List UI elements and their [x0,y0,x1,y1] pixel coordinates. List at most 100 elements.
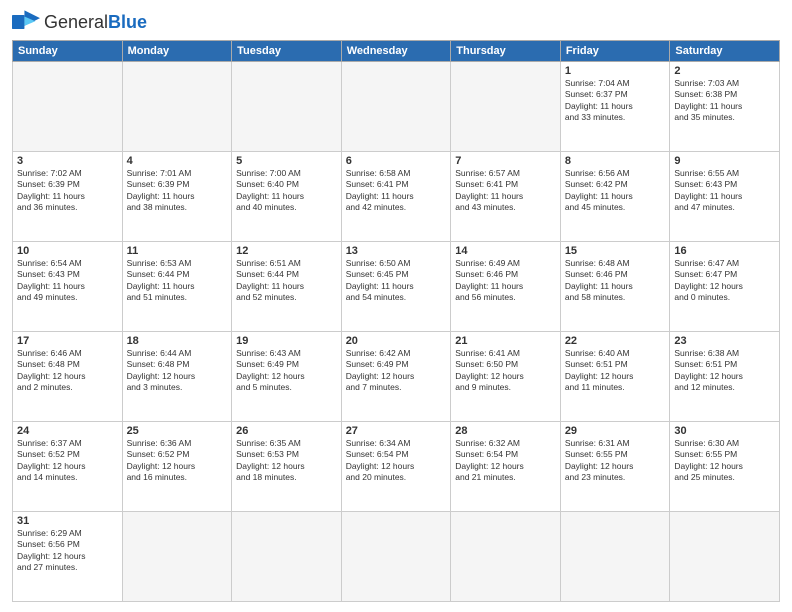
calendar-cell: 24Sunrise: 6:37 AM Sunset: 6:52 PM Dayli… [13,422,123,512]
day-number: 2 [674,65,775,77]
calendar-cell: 16Sunrise: 6:47 AM Sunset: 6:47 PM Dayli… [670,242,780,332]
calendar-cell: 17Sunrise: 6:46 AM Sunset: 6:48 PM Dayli… [13,332,123,422]
day-info: Sunrise: 6:41 AM Sunset: 6:50 PM Dayligh… [455,348,556,394]
day-number: 22 [565,335,666,347]
calendar-cell: 31Sunrise: 6:29 AM Sunset: 6:56 PM Dayli… [13,512,123,602]
calendar-cell: 18Sunrise: 6:44 AM Sunset: 6:48 PM Dayli… [122,332,232,422]
day-number: 21 [455,335,556,347]
weekday-header-saturday: Saturday [670,41,780,62]
calendar-cell: 29Sunrise: 6:31 AM Sunset: 6:55 PM Dayli… [560,422,670,512]
week-row-1: 3Sunrise: 7:02 AM Sunset: 6:39 PM Daylig… [13,152,780,242]
day-info: Sunrise: 6:54 AM Sunset: 6:43 PM Dayligh… [17,258,118,304]
day-number: 10 [17,245,118,257]
weekday-header-monday: Monday [122,41,232,62]
day-number: 9 [674,155,775,167]
day-info: Sunrise: 6:34 AM Sunset: 6:54 PM Dayligh… [346,438,447,484]
week-row-2: 10Sunrise: 6:54 AM Sunset: 6:43 PM Dayli… [13,242,780,332]
logo-text: GeneralBlue [44,12,147,33]
day-info: Sunrise: 6:32 AM Sunset: 6:54 PM Dayligh… [455,438,556,484]
day-info: Sunrise: 6:35 AM Sunset: 6:53 PM Dayligh… [236,438,337,484]
calendar-cell [122,62,232,152]
day-info: Sunrise: 7:03 AM Sunset: 6:38 PM Dayligh… [674,78,775,124]
header: GeneralBlue [12,10,780,34]
week-row-3: 17Sunrise: 6:46 AM Sunset: 6:48 PM Dayli… [13,332,780,422]
day-info: Sunrise: 6:47 AM Sunset: 6:47 PM Dayligh… [674,258,775,304]
calendar-cell [670,512,780,602]
day-number: 24 [17,425,118,437]
calendar-cell: 22Sunrise: 6:40 AM Sunset: 6:51 PM Dayli… [560,332,670,422]
day-number: 8 [565,155,666,167]
day-info: Sunrise: 6:40 AM Sunset: 6:51 PM Dayligh… [565,348,666,394]
day-number: 18 [127,335,228,347]
calendar-cell: 3Sunrise: 7:02 AM Sunset: 6:39 PM Daylig… [13,152,123,242]
day-info: Sunrise: 6:43 AM Sunset: 6:49 PM Dayligh… [236,348,337,394]
calendar-cell: 6Sunrise: 6:58 AM Sunset: 6:41 PM Daylig… [341,152,451,242]
week-row-0: 1Sunrise: 7:04 AM Sunset: 6:37 PM Daylig… [13,62,780,152]
calendar-cell: 4Sunrise: 7:01 AM Sunset: 6:39 PM Daylig… [122,152,232,242]
calendar-cell: 12Sunrise: 6:51 AM Sunset: 6:44 PM Dayli… [232,242,342,332]
weekday-header-wednesday: Wednesday [341,41,451,62]
calendar-table: SundayMondayTuesdayWednesdayThursdayFrid… [12,40,780,602]
weekday-header-sunday: Sunday [13,41,123,62]
weekday-header-friday: Friday [560,41,670,62]
day-info: Sunrise: 6:38 AM Sunset: 6:51 PM Dayligh… [674,348,775,394]
day-number: 16 [674,245,775,257]
day-number: 1 [565,65,666,77]
calendar-cell: 14Sunrise: 6:49 AM Sunset: 6:46 PM Dayli… [451,242,561,332]
calendar-cell [232,512,342,602]
day-number: 11 [127,245,228,257]
day-number: 19 [236,335,337,347]
calendar-cell: 1Sunrise: 7:04 AM Sunset: 6:37 PM Daylig… [560,62,670,152]
day-info: Sunrise: 7:02 AM Sunset: 6:39 PM Dayligh… [17,168,118,214]
day-info: Sunrise: 6:55 AM Sunset: 6:43 PM Dayligh… [674,168,775,214]
week-row-5: 31Sunrise: 6:29 AM Sunset: 6:56 PM Dayli… [13,512,780,602]
calendar-cell [232,62,342,152]
day-number: 29 [565,425,666,437]
calendar-cell: 21Sunrise: 6:41 AM Sunset: 6:50 PM Dayli… [451,332,561,422]
calendar-cell: 11Sunrise: 6:53 AM Sunset: 6:44 PM Dayli… [122,242,232,332]
calendar-cell: 13Sunrise: 6:50 AM Sunset: 6:45 PM Dayli… [341,242,451,332]
day-info: Sunrise: 6:37 AM Sunset: 6:52 PM Dayligh… [17,438,118,484]
day-number: 6 [346,155,447,167]
day-info: Sunrise: 6:36 AM Sunset: 6:52 PM Dayligh… [127,438,228,484]
day-info: Sunrise: 6:30 AM Sunset: 6:55 PM Dayligh… [674,438,775,484]
general-blue-icon [12,10,40,34]
day-number: 13 [346,245,447,257]
day-number: 26 [236,425,337,437]
day-number: 3 [17,155,118,167]
day-info: Sunrise: 7:01 AM Sunset: 6:39 PM Dayligh… [127,168,228,214]
calendar-cell [341,512,451,602]
calendar-cell: 20Sunrise: 6:42 AM Sunset: 6:49 PM Dayli… [341,332,451,422]
calendar-cell: 23Sunrise: 6:38 AM Sunset: 6:51 PM Dayli… [670,332,780,422]
calendar-cell: 27Sunrise: 6:34 AM Sunset: 6:54 PM Dayli… [341,422,451,512]
calendar-cell [451,512,561,602]
day-info: Sunrise: 6:49 AM Sunset: 6:46 PM Dayligh… [455,258,556,304]
calendar-cell [341,62,451,152]
calendar-cell: 7Sunrise: 6:57 AM Sunset: 6:41 PM Daylig… [451,152,561,242]
calendar-cell: 25Sunrise: 6:36 AM Sunset: 6:52 PM Dayli… [122,422,232,512]
day-info: Sunrise: 7:04 AM Sunset: 6:37 PM Dayligh… [565,78,666,124]
day-number: 23 [674,335,775,347]
day-info: Sunrise: 6:50 AM Sunset: 6:45 PM Dayligh… [346,258,447,304]
day-number: 7 [455,155,556,167]
calendar-cell: 8Sunrise: 6:56 AM Sunset: 6:42 PM Daylig… [560,152,670,242]
day-info: Sunrise: 6:56 AM Sunset: 6:42 PM Dayligh… [565,168,666,214]
weekday-header-tuesday: Tuesday [232,41,342,62]
day-number: 20 [346,335,447,347]
day-number: 27 [346,425,447,437]
calendar-cell: 15Sunrise: 6:48 AM Sunset: 6:46 PM Dayli… [560,242,670,332]
day-info: Sunrise: 6:46 AM Sunset: 6:48 PM Dayligh… [17,348,118,394]
day-info: Sunrise: 6:48 AM Sunset: 6:46 PM Dayligh… [565,258,666,304]
day-number: 17 [17,335,118,347]
day-number: 15 [565,245,666,257]
day-number: 28 [455,425,556,437]
day-info: Sunrise: 6:57 AM Sunset: 6:41 PM Dayligh… [455,168,556,214]
day-info: Sunrise: 6:42 AM Sunset: 6:49 PM Dayligh… [346,348,447,394]
logo: GeneralBlue [12,10,147,34]
day-info: Sunrise: 6:29 AM Sunset: 6:56 PM Dayligh… [17,528,118,574]
calendar-cell: 9Sunrise: 6:55 AM Sunset: 6:43 PM Daylig… [670,152,780,242]
calendar-cell [13,62,123,152]
calendar-cell: 28Sunrise: 6:32 AM Sunset: 6:54 PM Dayli… [451,422,561,512]
day-info: Sunrise: 6:31 AM Sunset: 6:55 PM Dayligh… [565,438,666,484]
calendar-cell: 2Sunrise: 7:03 AM Sunset: 6:38 PM Daylig… [670,62,780,152]
